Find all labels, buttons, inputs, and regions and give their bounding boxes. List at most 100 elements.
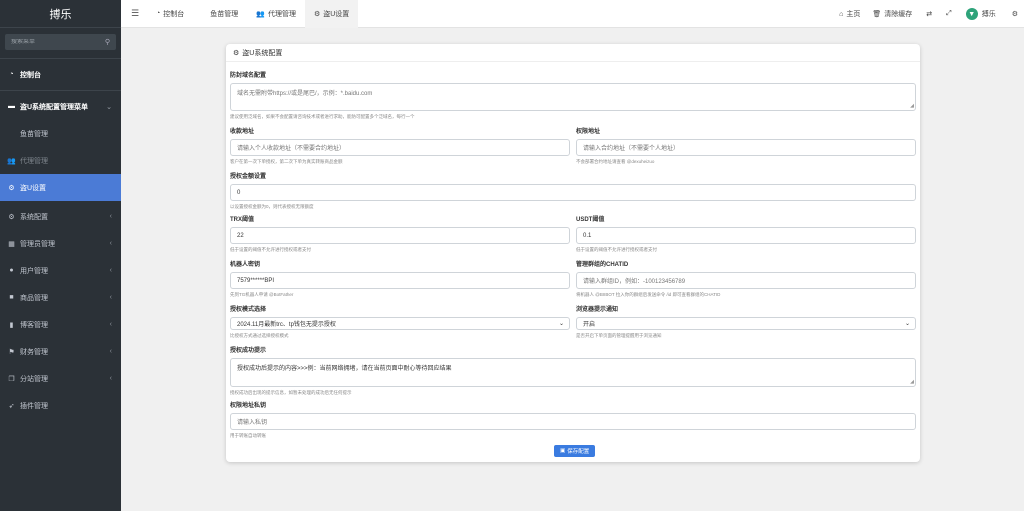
private-key-label: 权限地址私钥 [230,403,267,409]
chevron-down-icon: ⌄ [904,321,910,327]
browser-notify-value: 开启 [583,322,596,328]
sidebar-item-label: 用户管理 [20,267,48,275]
sidebar: 搏乐 ⚲ ◔ 控制台 ▬ 盗U系统配置管理菜单 ⌄ 鱼苗管理 👥 代理管理 ⚙ … [0,0,121,511]
floppy-icon: ▣ [560,448,566,454]
field-bot-key: 机器人密钥 7579******BPI 先到TG机器人申请 @BotFather [230,259,570,298]
usdt-input[interactable]: 0.1 [576,227,916,244]
tab-agent[interactable]: 👥 代理管理 [247,0,305,28]
card-title: 盗U系统配置 [242,49,283,57]
clear-cache-button[interactable]: 🗑 清除缓存 [872,9,912,19]
sidebar-item-label: 分站管理 [20,375,48,383]
sidebar-item-goods[interactable]: ■ 商品管理 ‹ [0,284,121,311]
save-button[interactable]: ▣ 保存配置 [554,445,596,457]
auth-address-input[interactable]: 请输入合约地址（不需要个人地址） [576,139,916,156]
resize-grip-icon[interactable]: ◢ [910,380,914,385]
usdt-label: USDT阈值 [576,217,605,223]
sidebar-item-label: 商品管理 [20,294,48,302]
chat-id-input[interactable]: 请输入群组ID，例如：-100123456789 [576,272,916,289]
user-menu[interactable]: ▼ 搏乐 [965,8,996,20]
sidebar-item-config-menu[interactable]: ▬ 盗U系统配置管理菜单 ⌄ [0,93,121,120]
private-key-placeholder: 请输入私钥 [237,420,268,426]
field-auth-mode: 授权模式选择 2024.11月最新trc、tp钱包无提示授权 ⌄ 比授权方式通过… [230,304,570,339]
domain-textarea[interactable]: 域名无需附带https://或是尾巴/，示例：*.baidu.com ◢ [230,83,916,111]
resize-grip-icon[interactable]: ◢ [910,104,914,109]
trx-input[interactable]: 22 [230,227,570,244]
auth-address-help: 不会部署合约地址请查看 @dexuheizuo [576,159,655,164]
gear-icon: ⚙ [8,184,15,192]
tab-dashboard[interactable]: ◔ 控制台 [147,0,193,28]
usdt-help: 低于设置的阈值不允许进行授权或者支付 [576,247,657,252]
pay-address-help: 客户在第一次下单授权，第二次下单为真实转账商品金额 [230,159,343,164]
sidebar-search[interactable]: ⚲ [5,34,116,50]
bot-key-label: 机器人密钥 [230,262,261,268]
auth-mode-select[interactable]: 2024.11月最新trc、tp钱包无提示授权 ⌄ [230,317,570,330]
sidebar-item-label: 管理员管理 [20,240,55,248]
auth-mode-label: 授权模式选择 [230,307,267,313]
sidebar-item-label: 鱼苗管理 [20,130,48,138]
sidebar-item-label: 财务管理 [20,348,48,356]
sidebar-item-label: 系统配置 [20,213,48,221]
clear-cache-label: 清除缓存 [884,11,913,18]
sidebar-item-finance[interactable]: ⚑ 财务管理 ‹ [0,338,121,365]
top-header: ☰ ◔ 控制台 鱼苗管理 👥 代理管理 ⚙ 盗U设置 ⌂ 主页 🗑 清除缓存 ⇄… [121,0,1024,28]
sidebar-item-plugins[interactable]: ➶ 插件管理 [0,392,121,419]
search-input[interactable] [11,39,91,45]
user-icon: ● [9,267,14,274]
tab-label: 代理管理 [267,10,296,18]
tab-fish[interactable]: 鱼苗管理 [201,0,247,28]
sidebar-item-fish[interactable]: 鱼苗管理 [0,120,121,147]
success-tip-textarea[interactable]: 授权成功后提示的内容>>>例：当前网络拥堵，请在当前页面中耐心等待回应结果 ◢ [230,358,916,387]
sidebar-item-dashboard[interactable]: ◔ 控制台 [0,61,121,88]
field-usdt: USDT阈值 0.1 低于设置的阈值不允许进行授权或者支付 [576,214,916,253]
sidebar-item-agent[interactable]: 👥 代理管理 [0,147,121,174]
sidebar-item-label: 盗U设置 [20,184,47,192]
divider [0,58,121,59]
auth-mode-help: 比授权方式通过选择授权模式 [230,333,289,338]
sidebar-item-system[interactable]: ⚙ 系统配置 ‹ [0,203,121,230]
gear-icon: ⚙ [313,10,321,18]
fullscreen-icon[interactable]: ⤢ [946,10,952,18]
field-chat-id: 管理群组的CHATID 请输入群组ID，例如：-100123456789 将机器… [576,259,916,298]
field-success-tip: 授权成功提示 授权成功后提示的内容>>>例：当前网络拥堵，请在当前页面中耐心等待… [230,345,916,396]
box-icon: ■ [9,294,14,301]
domain-label: 防封域名配置 [230,73,267,79]
field-private-key: 权限地址私钥 请输入私钥 用于转账自动转账 [230,400,916,439]
user-name: 搏乐 [981,11,996,18]
divider [0,90,121,91]
trx-value: 22 [237,232,244,239]
sidebar-item-substation[interactable]: ❐ 分站管理 ‹ [0,365,121,392]
field-browser-notify: 浏览器提示通知 开启 ⌄ 是否开启下单页面的管理提醒用于浏览通知 [576,304,916,339]
translate-icon[interactable]: ⇄ [926,10,932,18]
search-icon[interactable]: ⚲ [105,38,110,46]
chevron-left-icon: ‹ [109,348,112,355]
private-key-input[interactable]: 请输入私钥 [230,413,916,430]
gear-icon: ⚙ [233,49,240,57]
config-card: ⚙ 盗U系统配置 防封域名配置 域名无需附带https://或是尾巴/，示例：*… [226,44,920,462]
sidebar-item-label: 盗U系统配置管理菜单 [20,103,89,111]
trash-icon: 🗑 [872,11,882,18]
field-auth-address: 权限地址 请输入合约地址（不需要个人地址） 不会部署合约地址请查看 @dexuh… [576,126,916,165]
sidebar-item-steal-settings[interactable]: ⚙ 盗U设置 [0,174,121,201]
auth-amount-help: 以设置授权金额为0，则代表授权无限额度 [230,204,314,209]
home-button[interactable]: ⌂ 主页 [839,9,860,19]
dashboard-icon: ◔ [156,10,161,17]
success-tip-help: 授权成功后出现的提示信息，如暂未处理的成功后无任何提示 [230,390,352,395]
sidebar-item-users[interactable]: ● 用户管理 ‹ [0,257,121,284]
tab-label: 鱼苗管理 [210,10,239,18]
monitor-icon: ▬ [8,103,15,110]
pay-address-input[interactable]: 请输入个人收款地址（不需要合约地址） [230,139,570,156]
domain-help: 建议使用泛域名，如果不会配置请咨询技术或者进行求助，能防可配置多个泛域名，每行一… [230,114,415,119]
sidebar-item-blog[interactable]: ▮ 博客管理 ‹ [0,311,121,338]
auth-amount-input[interactable]: 0 [230,184,916,201]
header-actions: ⌂ 主页 🗑 清除缓存 ⇄ ⤢ ▼ 搏乐 ⚙ [827,0,1018,28]
settings-gears-icon[interactable]: ⚙ [1012,10,1018,18]
bot-key-value: 7579******BPI [237,277,275,284]
bot-key-input[interactable]: 7579******BPI [230,272,570,289]
trx-label: TRX阈值 [230,217,255,223]
browser-notify-select[interactable]: 开启 ⌄ [576,317,916,330]
hamburger-icon[interactable]: ☰ [123,8,147,19]
trx-help: 低于设置的阈值不允许进行授权或者支付 [230,247,311,252]
sidebar-item-admin[interactable]: ▦ 管理员管理 ‹ [0,230,121,257]
tab-steal-settings[interactable]: ⚙ 盗U设置 [304,0,359,28]
auth-amount-value: 0 [237,189,241,196]
